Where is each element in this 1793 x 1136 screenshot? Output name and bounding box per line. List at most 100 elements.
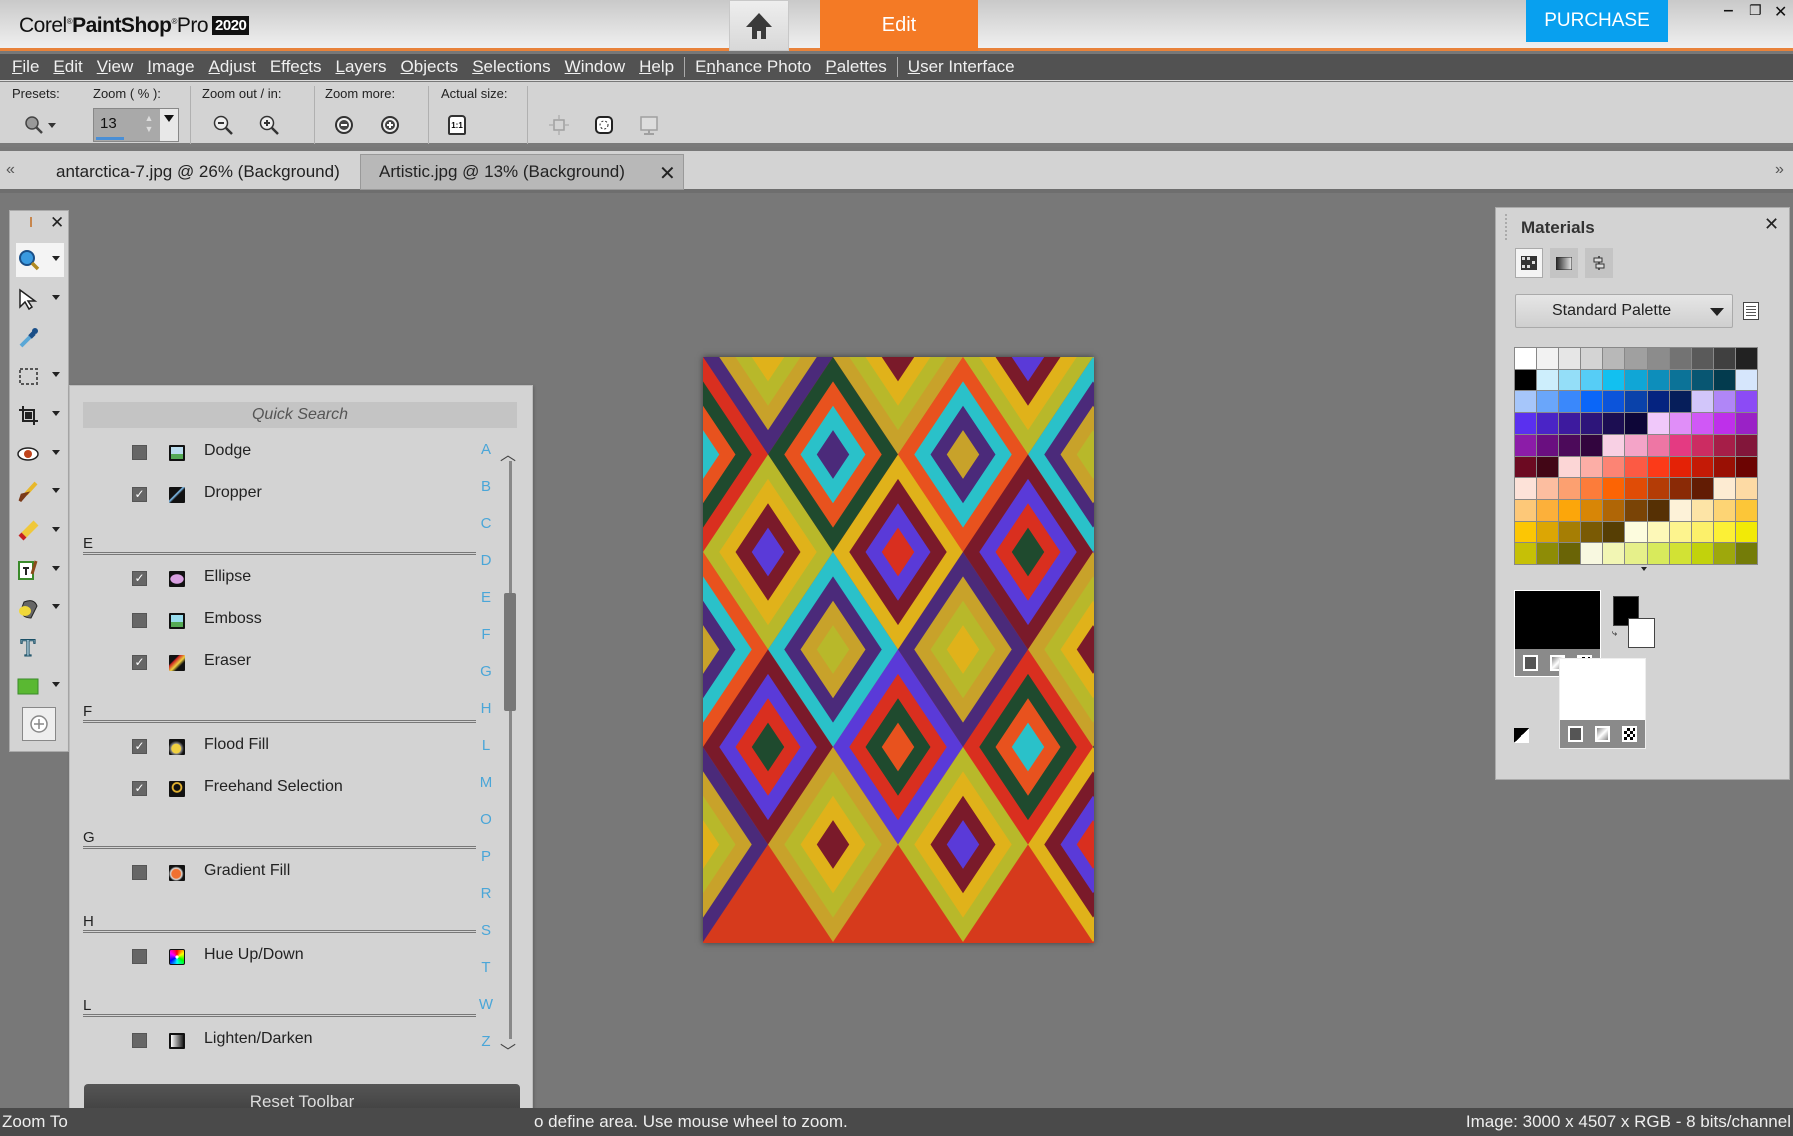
chevron-down-icon[interactable] xyxy=(52,604,60,610)
color-swatch[interactable] xyxy=(1669,348,1691,369)
color-swatch[interactable] xyxy=(1735,478,1757,499)
tool-visible-checkbox[interactable] xyxy=(132,865,147,880)
tool-list-item[interactable]: ✓ Flood Fill xyxy=(70,732,470,762)
chevron-down-icon[interactable] xyxy=(52,410,60,416)
chevron-down-icon[interactable] xyxy=(52,526,60,532)
alpha-index-s[interactable]: S xyxy=(476,922,496,939)
color-swatch[interactable] xyxy=(1647,478,1669,499)
swap-colors-small-icon[interactable]: ⤷ xyxy=(1612,628,1617,639)
color-swatch[interactable] xyxy=(1603,413,1625,434)
foreground-color-swatch[interactable] xyxy=(1515,591,1600,649)
alpha-index-b[interactable]: B xyxy=(476,478,496,495)
color-swatch[interactable] xyxy=(1735,413,1757,434)
tab-swatches[interactable] xyxy=(1515,248,1543,278)
menu-enhance-photo[interactable]: Enhance Photo xyxy=(695,57,811,77)
color-swatch[interactable] xyxy=(1691,521,1713,543)
color-swatch[interactable] xyxy=(1559,499,1581,521)
color-swatch[interactable] xyxy=(1603,434,1625,456)
menu-user-interface[interactable]: User Interface xyxy=(908,57,1015,77)
menu-view[interactable]: View xyxy=(97,57,134,77)
color-swatch[interactable] xyxy=(1669,391,1691,413)
color-swatch[interactable] xyxy=(1581,369,1603,391)
color-swatch[interactable] xyxy=(1735,521,1757,543)
tool-visible-checkbox[interactable] xyxy=(132,949,147,964)
tabs-scroll-left-icon[interactable]: « xyxy=(6,161,15,179)
color-swatch[interactable] xyxy=(1713,543,1735,564)
color-swatch[interactable] xyxy=(1691,543,1713,564)
color-swatch[interactable] xyxy=(1647,521,1669,543)
color-swatch[interactable] xyxy=(1559,543,1581,564)
color-swatch[interactable] xyxy=(1713,348,1735,369)
color-swatch[interactable] xyxy=(1537,521,1559,543)
color-swatch[interactable] xyxy=(1515,391,1537,413)
background-material[interactable] xyxy=(1559,658,1646,749)
eraser-tool-button[interactable] xyxy=(16,514,64,548)
color-swatch[interactable] xyxy=(1625,348,1647,369)
purchase-button[interactable]: PURCHASE xyxy=(1526,0,1668,42)
tool-list-item[interactable]: ✓ Ellipse xyxy=(70,564,470,594)
alpha-index-m[interactable]: M xyxy=(476,774,496,791)
zoom-in-button[interactable] xyxy=(256,112,282,138)
canvas-image[interactable] xyxy=(703,357,1094,943)
color-swatch[interactable] xyxy=(1625,369,1647,391)
tool-list-item[interactable]: Hue Up/Down xyxy=(70,942,470,972)
chevron-down-icon[interactable] xyxy=(52,488,60,494)
zoom-more-out-button[interactable] xyxy=(331,112,357,138)
color-swatch[interactable] xyxy=(1559,478,1581,499)
color-swatch[interactable] xyxy=(1669,478,1691,499)
more-swatches-icon[interactable] xyxy=(1641,567,1647,571)
color-swatch[interactable] xyxy=(1669,499,1691,521)
color-swatch[interactable] xyxy=(1515,413,1537,434)
clone-brush-tool-button[interactable] xyxy=(16,553,64,587)
tool-visible-checkbox[interactable] xyxy=(132,1033,147,1048)
chevron-down-icon[interactable] xyxy=(52,681,60,687)
zoom-more-in-button[interactable] xyxy=(377,112,403,138)
color-swatch[interactable] xyxy=(1735,348,1757,369)
menu-file[interactable]: File xyxy=(12,57,39,77)
color-swatch[interactable] xyxy=(1581,543,1603,564)
color-swatch[interactable] xyxy=(1647,369,1669,391)
edit-mode-tab[interactable]: Edit xyxy=(820,0,978,51)
color-swatch[interactable] xyxy=(1735,543,1757,564)
zoom-tool-button[interactable] xyxy=(16,243,64,277)
actual-size-button[interactable]: 1:1 xyxy=(444,112,470,138)
tool-list-item[interactable]: ✓ Eraser xyxy=(70,648,470,678)
color-swatch[interactable] xyxy=(1669,413,1691,434)
presets-dropdown[interactable] xyxy=(24,112,64,138)
restore-button[interactable]: ❐ xyxy=(1749,2,1762,19)
tool-visible-checkbox[interactable] xyxy=(132,613,147,628)
menu-layers[interactable]: Layers xyxy=(335,57,386,77)
alpha-index-g[interactable]: G xyxy=(476,663,496,680)
color-swatch[interactable] xyxy=(1691,434,1713,456)
reset-default-colors-icon[interactable] xyxy=(1514,728,1529,743)
color-swatch[interactable] xyxy=(1669,369,1691,391)
color-swatch[interactable] xyxy=(1559,521,1581,543)
color-swatch[interactable] xyxy=(1603,478,1625,499)
dropper-tool-button[interactable] xyxy=(16,320,64,354)
color-swatch[interactable] xyxy=(1647,434,1669,456)
tab-artistic[interactable]: Artistic.jpg @ 13% (Background) ✕ xyxy=(360,154,684,190)
color-swatch[interactable] xyxy=(1559,456,1581,478)
tool-visible-checkbox[interactable]: ✓ xyxy=(132,487,147,502)
alpha-index-t[interactable]: T xyxy=(476,959,496,976)
tool-visible-checkbox[interactable]: ✓ xyxy=(132,739,147,754)
color-swatch[interactable] xyxy=(1537,456,1559,478)
alpha-index-z[interactable]: Z xyxy=(476,1033,496,1050)
color-swatch[interactable] xyxy=(1669,521,1691,543)
color-swatch[interactable] xyxy=(1515,478,1537,499)
color-swatch[interactable] xyxy=(1713,391,1735,413)
color-swatch[interactable] xyxy=(1735,369,1757,391)
color-swatch[interactable] xyxy=(1713,434,1735,456)
color-swatch[interactable] xyxy=(1559,348,1581,369)
zoom-out-button[interactable] xyxy=(210,112,236,138)
color-swatch[interactable] xyxy=(1625,434,1647,456)
chevron-down-icon[interactable] xyxy=(52,372,60,378)
zoom-percent-input[interactable]: 13 ▲ ▼ xyxy=(93,108,179,142)
red-eye-tool-button[interactable] xyxy=(16,437,64,471)
color-swatch[interactable] xyxy=(1559,413,1581,434)
color-swatch[interactable] xyxy=(1515,456,1537,478)
scrollbar-track[interactable] xyxy=(509,461,512,1039)
color-swatch[interactable] xyxy=(1581,413,1603,434)
color-swatch[interactable] xyxy=(1537,413,1559,434)
tool-visible-checkbox[interactable]: ✓ xyxy=(132,571,147,586)
